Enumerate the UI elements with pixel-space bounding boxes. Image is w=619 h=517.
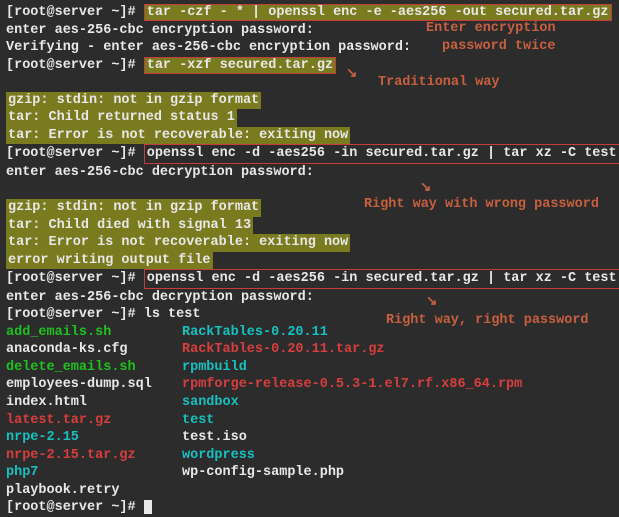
ls-row: nrpe-2.15test.iso — [6, 429, 613, 447]
annotation-rightpw: Right way, right password — [386, 312, 589, 330]
arrow-icon: ↘ — [420, 180, 431, 198]
ls-row: index.htmlsandbox — [6, 394, 613, 412]
annotation-enter-twice: Enter encryption password twice — [426, 20, 556, 55]
term-line: [root@server ~]# openssl enc -d -aes256 … — [6, 144, 613, 164]
cmd-encrypt: tar -czf - * | openssl enc -e -aes256 -o… — [144, 4, 612, 21]
ls-row: delete_emails.shrpmbuild — [6, 359, 613, 377]
ls-row: employees-dump.sqlrpmforge-release-0.5.3… — [6, 376, 613, 394]
ls-row: nrpe-2.15.tar.gzwordpress — [6, 447, 613, 465]
annotation-wrongpw: Right way with wrong password — [364, 196, 599, 214]
ls-row: latest.tar.gztest — [6, 412, 613, 430]
blank-line — [6, 74, 613, 92]
cmd-decrypt-wrongpw: openssl enc -d -aes256 -in secured.tar.g… — [144, 144, 619, 164]
ls-row: playbook.retry — [6, 482, 613, 500]
annotation-traditional: Traditional way — [378, 74, 500, 92]
term-line: enter aes-256-cbc decryption password: — [6, 164, 613, 182]
term-line: [root@server ~]# openssl enc -d -aes256 … — [6, 269, 613, 289]
arrow-icon: ↘ — [346, 66, 357, 84]
cmd-extract-wrong: tar -xzf secured.tar.gz — [144, 57, 336, 74]
prompt: [root@server ~]# — [6, 5, 144, 20]
cmd-decrypt-rightpw: openssl enc -d -aes256 -in secured.tar.g… — [144, 269, 619, 289]
ls-row: php7wp-config-sample.php — [6, 464, 613, 482]
arrow-icon: ↘ — [426, 294, 437, 312]
term-line: [root@server ~]# tar -xzf secured.tar.gz — [6, 57, 613, 75]
term-line: enter aes-256-cbc decryption password: — [6, 289, 613, 307]
cmd-ls: ls test — [144, 307, 201, 322]
error-block: gzip: stdin: not in gzip format tar: Chi… — [6, 92, 613, 145]
ls-row: anaconda-ks.cfgRackTables-0.20.11.tar.gz — [6, 341, 613, 359]
term-line[interactable]: [root@server ~]# — [6, 499, 613, 517]
cursor — [144, 500, 152, 514]
term-line: [root@server ~]# tar -czf - * | openssl … — [6, 4, 613, 22]
